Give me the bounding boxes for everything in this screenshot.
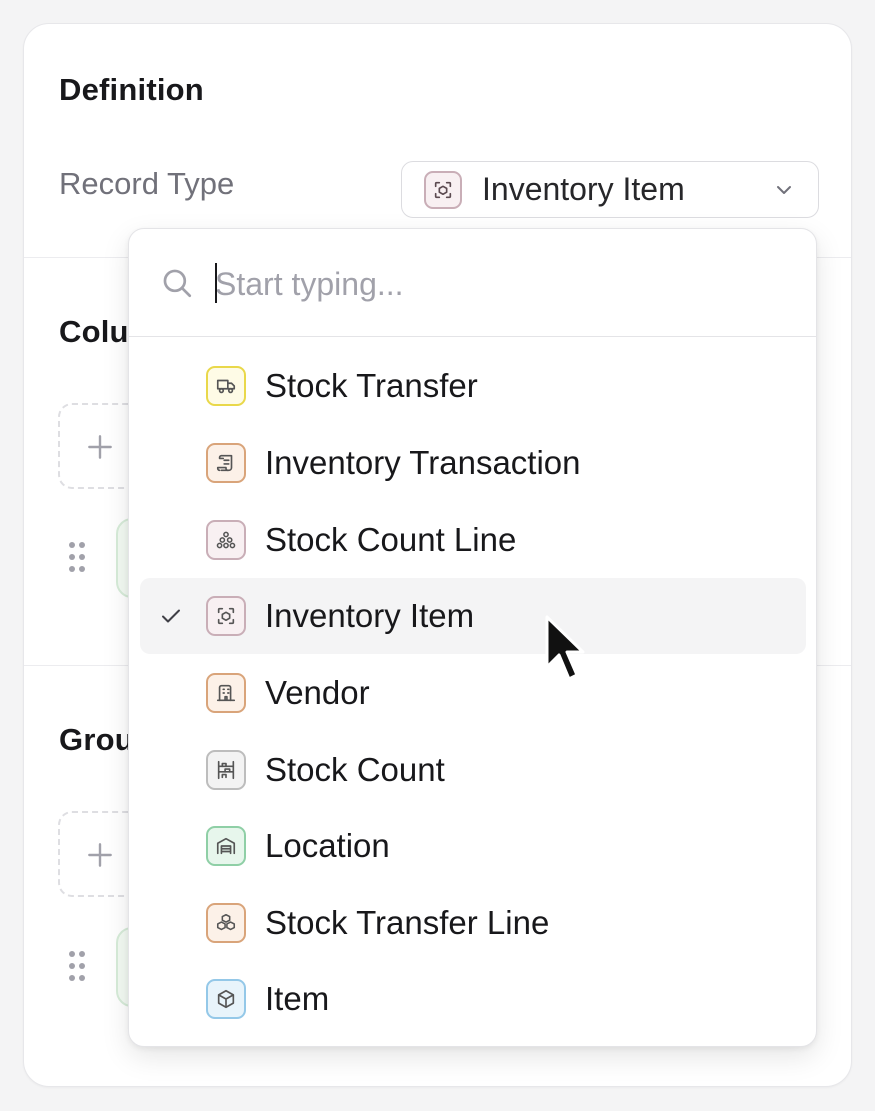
option-stock-transfer[interactable]: Stock Transfer xyxy=(140,348,806,424)
record-type-select[interactable]: Inventory Item xyxy=(401,161,819,218)
warehouse-icon xyxy=(206,826,246,866)
option-stock-transfer-line[interactable]: Stock Transfer Line xyxy=(140,885,806,961)
option-location[interactable]: Location xyxy=(140,808,806,884)
option-inventory-item[interactable]: Inventory Item xyxy=(140,578,806,654)
record-type-value: Inventory Item xyxy=(482,171,685,207)
option-label: Stock Transfer xyxy=(265,367,478,404)
option-label: Stock Count Line xyxy=(265,521,517,558)
option-label: Vendor xyxy=(265,674,370,711)
option-label: Stock Count xyxy=(265,751,445,788)
search-row xyxy=(129,229,816,337)
option-label: Item xyxy=(265,980,330,1017)
group-title: Grou xyxy=(59,722,134,757)
search-input[interactable] xyxy=(215,259,775,309)
option-label: Stock Transfer Line xyxy=(265,904,550,941)
record-type-dropdown: Stock Transfer Inventory Transaction Sto… xyxy=(128,228,817,1047)
inventory-item-icon xyxy=(424,170,462,209)
shelf-icon xyxy=(206,750,246,790)
plus-icon xyxy=(88,843,112,867)
cube-icon xyxy=(206,979,246,1019)
chevron-down-icon xyxy=(777,186,791,194)
scroll-icon xyxy=(206,443,246,483)
option-stock-count[interactable]: Stock Count xyxy=(140,732,806,808)
scan-item-icon xyxy=(206,596,246,636)
option-stock-count-line[interactable]: Stock Count Line xyxy=(140,502,806,578)
option-inventory-transaction[interactable]: Inventory Transaction xyxy=(140,425,806,501)
definition-title: Definition xyxy=(59,72,204,107)
truck-icon xyxy=(206,366,246,406)
search-icon xyxy=(163,269,192,298)
option-label: Inventory Transaction xyxy=(265,444,581,481)
option-vendor[interactable]: Vendor xyxy=(140,655,806,731)
option-item[interactable]: Item xyxy=(140,961,806,1037)
columns-title: Colu xyxy=(59,314,129,349)
drag-handle-icon[interactable] xyxy=(67,540,87,574)
option-label: Inventory Item xyxy=(265,597,475,634)
building-icon xyxy=(206,673,246,713)
check-icon xyxy=(162,609,180,623)
text-caret xyxy=(215,263,217,303)
drag-handle-icon[interactable] xyxy=(67,949,87,983)
option-label: Location xyxy=(265,827,390,864)
dots-pyramid-icon xyxy=(206,520,246,560)
mouse-cursor-icon xyxy=(545,615,585,681)
plus-icon xyxy=(88,435,112,459)
record-type-label: Record Type xyxy=(59,166,235,201)
boxes-icon xyxy=(206,903,246,943)
